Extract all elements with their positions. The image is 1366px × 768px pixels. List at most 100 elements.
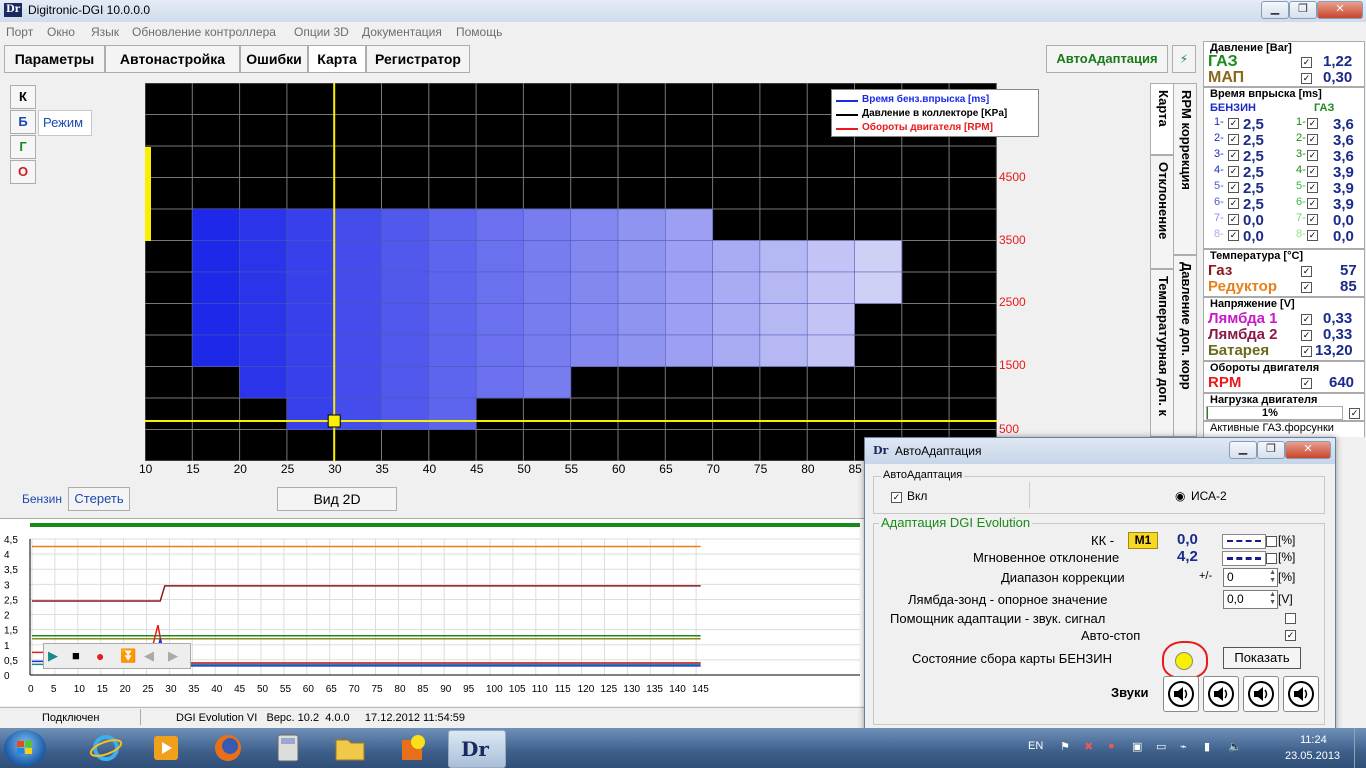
gas-injector-checkbox[interactable]: ✓ (1307, 118, 1318, 129)
map-pressure-checkbox[interactable]: ✓ (1301, 73, 1312, 84)
rpm-checkbox[interactable]: ✓ (1301, 378, 1312, 389)
isa2-radio[interactable]: ◉ (1175, 489, 1185, 503)
next-icon[interactable]: ▶ (168, 648, 184, 664)
tray-network-icon[interactable]: ▣ (1132, 740, 1142, 753)
menu-documentation[interactable]: Документация (362, 25, 442, 39)
autoadapt-button[interactable]: АвтоАдаптация (1046, 45, 1168, 73)
vtab-temperature-correction[interactable]: Температурная доп. к (1150, 269, 1174, 437)
clock-time[interactable]: 11:24 (1300, 734, 1327, 746)
sound-1-button[interactable] (1163, 676, 1199, 712)
petrol-injector-checkbox[interactable]: ✓ (1228, 182, 1239, 193)
ie-icon[interactable] (86, 732, 126, 764)
menu-language[interactable]: Язык (91, 25, 119, 39)
archive-icon[interactable] (392, 732, 432, 764)
injection-map-chart[interactable]: Время бенз.впрыска [ms] Давление в колле… (145, 83, 1039, 461)
sound-4-button[interactable] (1283, 676, 1319, 712)
enable-checkbox[interactable]: ✓ (891, 492, 902, 503)
tool-icon[interactable]: ⚡ (1172, 45, 1196, 73)
play-icon[interactable]: ▶ (48, 648, 64, 664)
menu-window[interactable]: Окно (47, 25, 75, 39)
language-indicator[interactable]: EN (1028, 740, 1043, 752)
instant-deviation-checkbox[interactable] (1266, 553, 1277, 564)
petrol-injector-checkbox[interactable]: ✓ (1228, 150, 1239, 161)
close-button[interactable]: ✕ (1317, 1, 1363, 19)
mode-k-button[interactable]: К (10, 85, 36, 109)
rpm-header: Обороты двигателя (1210, 362, 1320, 374)
gas-injector-checkbox[interactable]: ✓ (1307, 182, 1318, 193)
map-cell (428, 271, 477, 304)
media-player-icon[interactable] (146, 732, 186, 764)
load-checkbox[interactable]: ✓ (1349, 408, 1360, 419)
battery-checkbox[interactable]: ✓ (1301, 346, 1312, 357)
dialog-minimize-button[interactable]: ▁ (1229, 441, 1257, 459)
petrol-injector-checkbox[interactable]: ✓ (1228, 134, 1239, 145)
vtab-map[interactable]: Карта (1150, 83, 1174, 155)
tray-flag-icon[interactable]: ⚑ (1060, 740, 1070, 753)
petrol-injector-checkbox[interactable]: ✓ (1228, 230, 1239, 241)
tray-monitor-icon[interactable]: ▭ (1156, 740, 1166, 753)
tab-autotuning[interactable]: Автонастройка (105, 45, 240, 73)
calculator-icon[interactable] (268, 732, 308, 764)
clock-date[interactable]: 23.05.2013 (1285, 750, 1340, 762)
stop-icon[interactable]: ■ (72, 648, 88, 664)
sound-3-button[interactable] (1243, 676, 1279, 712)
vtab-deviation[interactable]: Отклонение (1150, 155, 1174, 269)
vtab-pressure-correction[interactable]: Давление доп. корр (1173, 255, 1197, 437)
autostop-checkbox[interactable]: ✓ (1285, 630, 1296, 641)
gas-injector-checkbox[interactable]: ✓ (1307, 150, 1318, 161)
tray-close-icon[interactable]: ✖ (1084, 740, 1093, 753)
adaptation-helper-checkbox[interactable] (1285, 613, 1296, 624)
dialog-maximize-button[interactable]: ❐ (1257, 441, 1285, 459)
mode-g-button[interactable]: Г (10, 135, 36, 159)
log-chart[interactable]: 4,5 4 3,5 3 2,5 2 1,5 1 0,5 0 0 5 10 15 20 25 30 35 40 45 50… (0, 518, 866, 706)
explorer-icon[interactable] (330, 732, 370, 764)
kk-checkbox[interactable] (1266, 536, 1277, 547)
start-button[interactable] (4, 730, 46, 766)
petrol-injector-checkbox[interactable]: ✓ (1228, 198, 1239, 209)
correction-range-input[interactable]: 0 ▲ ▼ (1223, 568, 1278, 587)
gas-injector-checkbox[interactable]: ✓ (1307, 166, 1318, 177)
minimize-button[interactable]: ▁ (1261, 1, 1289, 19)
menu-3d-options[interactable]: Опции 3D (294, 25, 349, 39)
clear-button[interactable]: Стереть (68, 487, 130, 511)
menu-help[interactable]: Помощь (456, 25, 502, 39)
record-icon[interactable]: ● (96, 648, 112, 664)
sound-2-button[interactable] (1203, 676, 1239, 712)
digitronic-task-button[interactable]: Dr (448, 730, 506, 768)
gas-temp-checkbox[interactable]: ✓ (1301, 266, 1312, 277)
tray-volume-icon[interactable]: 🔈 (1228, 740, 1242, 753)
mode-b-button[interactable]: Б (10, 110, 36, 134)
tray-usb-icon[interactable]: ⌁ (1180, 740, 1187, 753)
gas-injector-checkbox[interactable]: ✓ (1307, 134, 1318, 145)
gas-injector-checkbox[interactable]: ✓ (1307, 198, 1318, 209)
tray-antivirus-icon[interactable]: ● (1108, 740, 1115, 752)
download-icon[interactable]: ⏬ (120, 648, 136, 664)
lambda1-checkbox[interactable]: ✓ (1301, 314, 1312, 325)
petrol-injector-checkbox[interactable]: ✓ (1228, 118, 1239, 129)
firefox-icon[interactable] (208, 732, 248, 764)
mode-o-button[interactable]: О (10, 160, 36, 184)
tray-signal-icon[interactable]: ▮ (1204, 740, 1210, 753)
menu-port[interactable]: Порт (6, 25, 33, 39)
previous-icon[interactable]: ◀ (144, 648, 160, 664)
show-button[interactable]: Показать (1223, 647, 1301, 669)
lambda2-checkbox[interactable]: ✓ (1301, 330, 1312, 341)
gas-injector-checkbox[interactable]: ✓ (1307, 230, 1318, 241)
petrol-injector-checkbox[interactable]: ✓ (1228, 166, 1239, 177)
dialog-close-button[interactable]: ✕ (1285, 441, 1331, 459)
log-x-tick: 30 (165, 684, 177, 695)
tab-recorder[interactable]: Регистратор (366, 45, 470, 73)
gas-injector-checkbox[interactable]: ✓ (1307, 214, 1318, 225)
reducer-temp-checkbox[interactable]: ✓ (1301, 282, 1312, 293)
show-desktop-button[interactable] (1354, 728, 1366, 768)
tab-errors[interactable]: Ошибки (240, 45, 308, 73)
lambda-reference-input[interactable]: 0,0 ▲ ▼ (1223, 590, 1278, 609)
maximize-button[interactable]: ❐ (1289, 1, 1317, 19)
gas-pressure-checkbox[interactable]: ✓ (1301, 57, 1312, 68)
tab-parameters[interactable]: Параметры (4, 45, 105, 73)
tab-map[interactable]: Карта (308, 45, 366, 73)
menu-firmware-update[interactable]: Обновление контроллера (132, 25, 276, 39)
vtab-rpm-correction[interactable]: RPM коррекция (1173, 83, 1197, 255)
view-2d-button[interactable]: Вид 2D (277, 487, 397, 511)
petrol-injector-checkbox[interactable]: ✓ (1228, 214, 1239, 225)
